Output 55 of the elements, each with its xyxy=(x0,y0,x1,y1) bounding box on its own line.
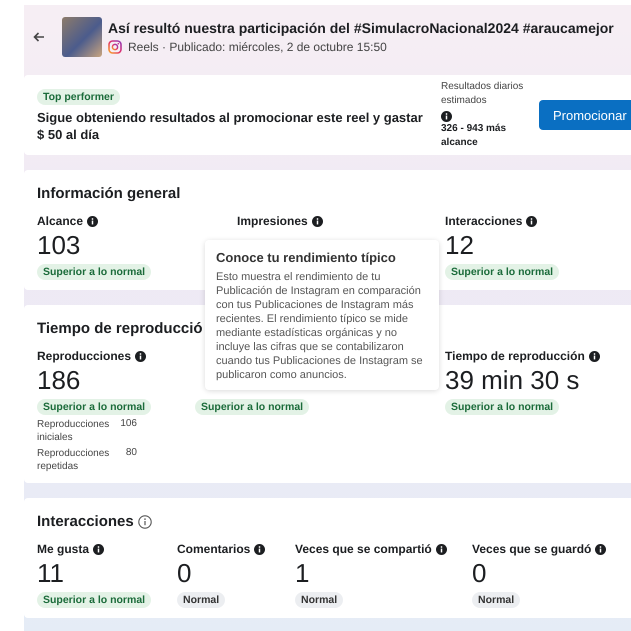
info-icon[interactable] xyxy=(135,350,146,362)
breakdown-label: Reproducciones repetidas xyxy=(37,447,110,473)
section-title: Interacciones xyxy=(37,513,134,530)
metric-label: Veces que se compartió xyxy=(295,542,432,556)
tooltip-title: Conoce tu rendimiento típico xyxy=(216,250,397,265)
status-badge: Superior a lo normal xyxy=(37,592,152,608)
tooltip-text: Esto muestra el rendimiento de tu Publicación de Instagram en comparación con tus Publicaciones de Instagram más recientes. El rendimiento típico se mide mediante estadísticas orgánicas y no incluye las cifras que se contabilizaron cuando tus Publicaciones de Instagram se publicaron como anuncios. xyxy=(216,270,424,382)
metric-label: Reproducciones xyxy=(37,349,132,363)
back-arrow-icon[interactable] xyxy=(33,32,45,42)
metric-value: 0 xyxy=(472,558,488,588)
info-icon[interactable] xyxy=(526,216,538,226)
post-title: Así resultó nuestra participación del #SimulacroNacional2024 #araucamejor xyxy=(108,20,614,36)
breakdown-value: 80 xyxy=(126,447,137,460)
section-title: Tiempo de reproducció xyxy=(37,320,203,337)
promote-button[interactable]: Promocionar xyxy=(539,100,631,130)
top-performer-badge: Top performer xyxy=(37,89,120,105)
status-badge: Normal xyxy=(472,592,520,608)
status-badge: Superior a lo normal xyxy=(445,399,560,415)
info-icon[interactable] xyxy=(93,544,104,554)
metric-value: 1 xyxy=(295,558,310,588)
estimate-value: 326 - 943 más alcance xyxy=(441,122,508,150)
metric-value: 11 xyxy=(37,558,65,588)
info-icon[interactable] xyxy=(436,544,447,554)
info-icon[interactable] xyxy=(87,216,98,226)
promotion-message: Sigue obteniendo resultados al promocionar este reel y gastar $ 50 al día xyxy=(37,109,424,143)
status-badge: Superior a lo normal xyxy=(195,399,310,415)
status-badge: Superior a lo normal xyxy=(445,264,560,280)
section-title: Información general xyxy=(37,185,180,202)
info-icon[interactable] xyxy=(254,544,266,554)
metric-value: 12 xyxy=(445,230,475,260)
info-icon[interactable] xyxy=(595,544,606,554)
breakdown-label: Reproducciones iniciales xyxy=(37,418,110,444)
metric-label: Me gusta xyxy=(37,542,90,556)
info-icon[interactable] xyxy=(588,350,600,362)
metric-label: Interacciones xyxy=(445,214,522,228)
video-thumbnail xyxy=(62,17,102,57)
metric-value: 39 min 30 s xyxy=(445,365,580,395)
status-badge: Superior a lo normal xyxy=(37,399,152,415)
metric-label: Comentarios xyxy=(177,542,250,556)
info-icon[interactable] xyxy=(312,216,323,226)
status-badge: Normal xyxy=(177,592,226,608)
metric-label: Veces que se guardó xyxy=(472,542,592,556)
metric-value: 186 xyxy=(37,365,82,395)
camera-icon xyxy=(108,40,122,54)
metric-label: Tiempo de reproducción xyxy=(445,349,585,363)
breakdown-value: 106 xyxy=(120,418,137,431)
estimate-label: Resultados diarios estimados xyxy=(441,80,524,108)
status-badge: Superior a lo normal xyxy=(37,264,152,280)
info-icon[interactable] xyxy=(138,514,152,528)
metric-label: Alcance xyxy=(37,214,84,228)
info-icon[interactable] xyxy=(441,111,452,122)
metric-label: Impresiones xyxy=(237,214,308,228)
post-source: Reels · Publicado: miércoles, 2 de octubre 15:50 xyxy=(128,40,387,54)
metric-value: 0 xyxy=(177,558,192,588)
status-badge: Normal xyxy=(295,592,344,608)
